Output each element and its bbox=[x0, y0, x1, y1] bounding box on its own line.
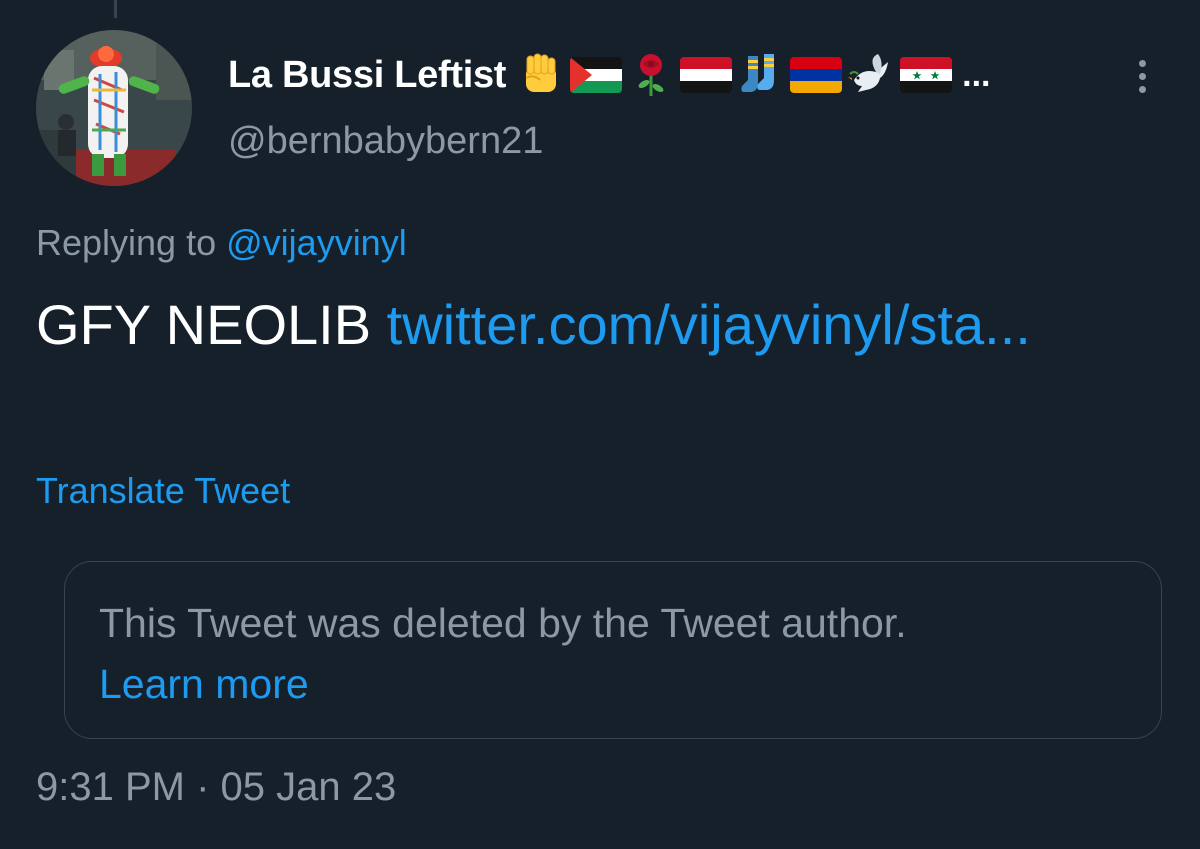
raised-fist-icon bbox=[525, 53, 557, 92]
translate-tweet-button[interactable]: Translate Tweet bbox=[36, 470, 290, 512]
deleted-tweet-message: This Tweet was deleted by the Tweet auth… bbox=[99, 600, 907, 646]
tweet-link[interactable]: twitter.com/vijayvinyl/sta... bbox=[387, 293, 1031, 356]
avatar[interactable] bbox=[36, 30, 192, 186]
dove-icon bbox=[848, 54, 889, 92]
deleted-quote-card: This Tweet was deleted by the Tweet auth… bbox=[64, 561, 1162, 739]
more-dot-icon bbox=[1138, 59, 1146, 67]
syria-flag-icon bbox=[900, 57, 953, 93]
armenia-flag-icon bbox=[790, 57, 843, 93]
display-name[interactable]: La Bussi Leftist bbox=[228, 54, 506, 97]
rose-icon bbox=[638, 54, 664, 96]
learn-more-link[interactable]: Learn more bbox=[99, 661, 309, 708]
tweet-detail: La Bussi Leftist ... @bernbabybern21 Rep… bbox=[0, 0, 1200, 849]
user-handle[interactable]: @bernbabybern21 bbox=[228, 120, 543, 163]
display-name-emojis: ... bbox=[518, 52, 990, 98]
reply-mention-link[interactable]: @vijayvinyl bbox=[226, 222, 407, 263]
display-name-row[interactable]: La Bussi Leftist ... bbox=[228, 50, 990, 100]
palestine-flag-icon bbox=[570, 57, 623, 93]
tweet-timestamp[interactable]: 9:31 PM · 05 Jan 23 bbox=[36, 765, 396, 810]
more-dot-icon bbox=[1138, 85, 1146, 93]
tweet-text: GFY NEOLIB twitter.com/vijayvinyl/sta... bbox=[36, 285, 1166, 365]
tweet-body: GFY NEOLIB bbox=[36, 293, 372, 356]
display-name-ellipsis: ... bbox=[962, 55, 991, 94]
thread-connector-line bbox=[114, 0, 117, 18]
yemen-flag-icon bbox=[680, 57, 733, 93]
more-options-button[interactable] bbox=[1120, 52, 1164, 100]
replying-to: Replying to @vijayvinyl bbox=[36, 222, 407, 264]
replying-to-label: Replying to bbox=[36, 222, 217, 263]
avatar-image bbox=[36, 30, 192, 186]
more-dot-icon bbox=[1138, 72, 1146, 80]
socks-icon bbox=[741, 54, 775, 92]
